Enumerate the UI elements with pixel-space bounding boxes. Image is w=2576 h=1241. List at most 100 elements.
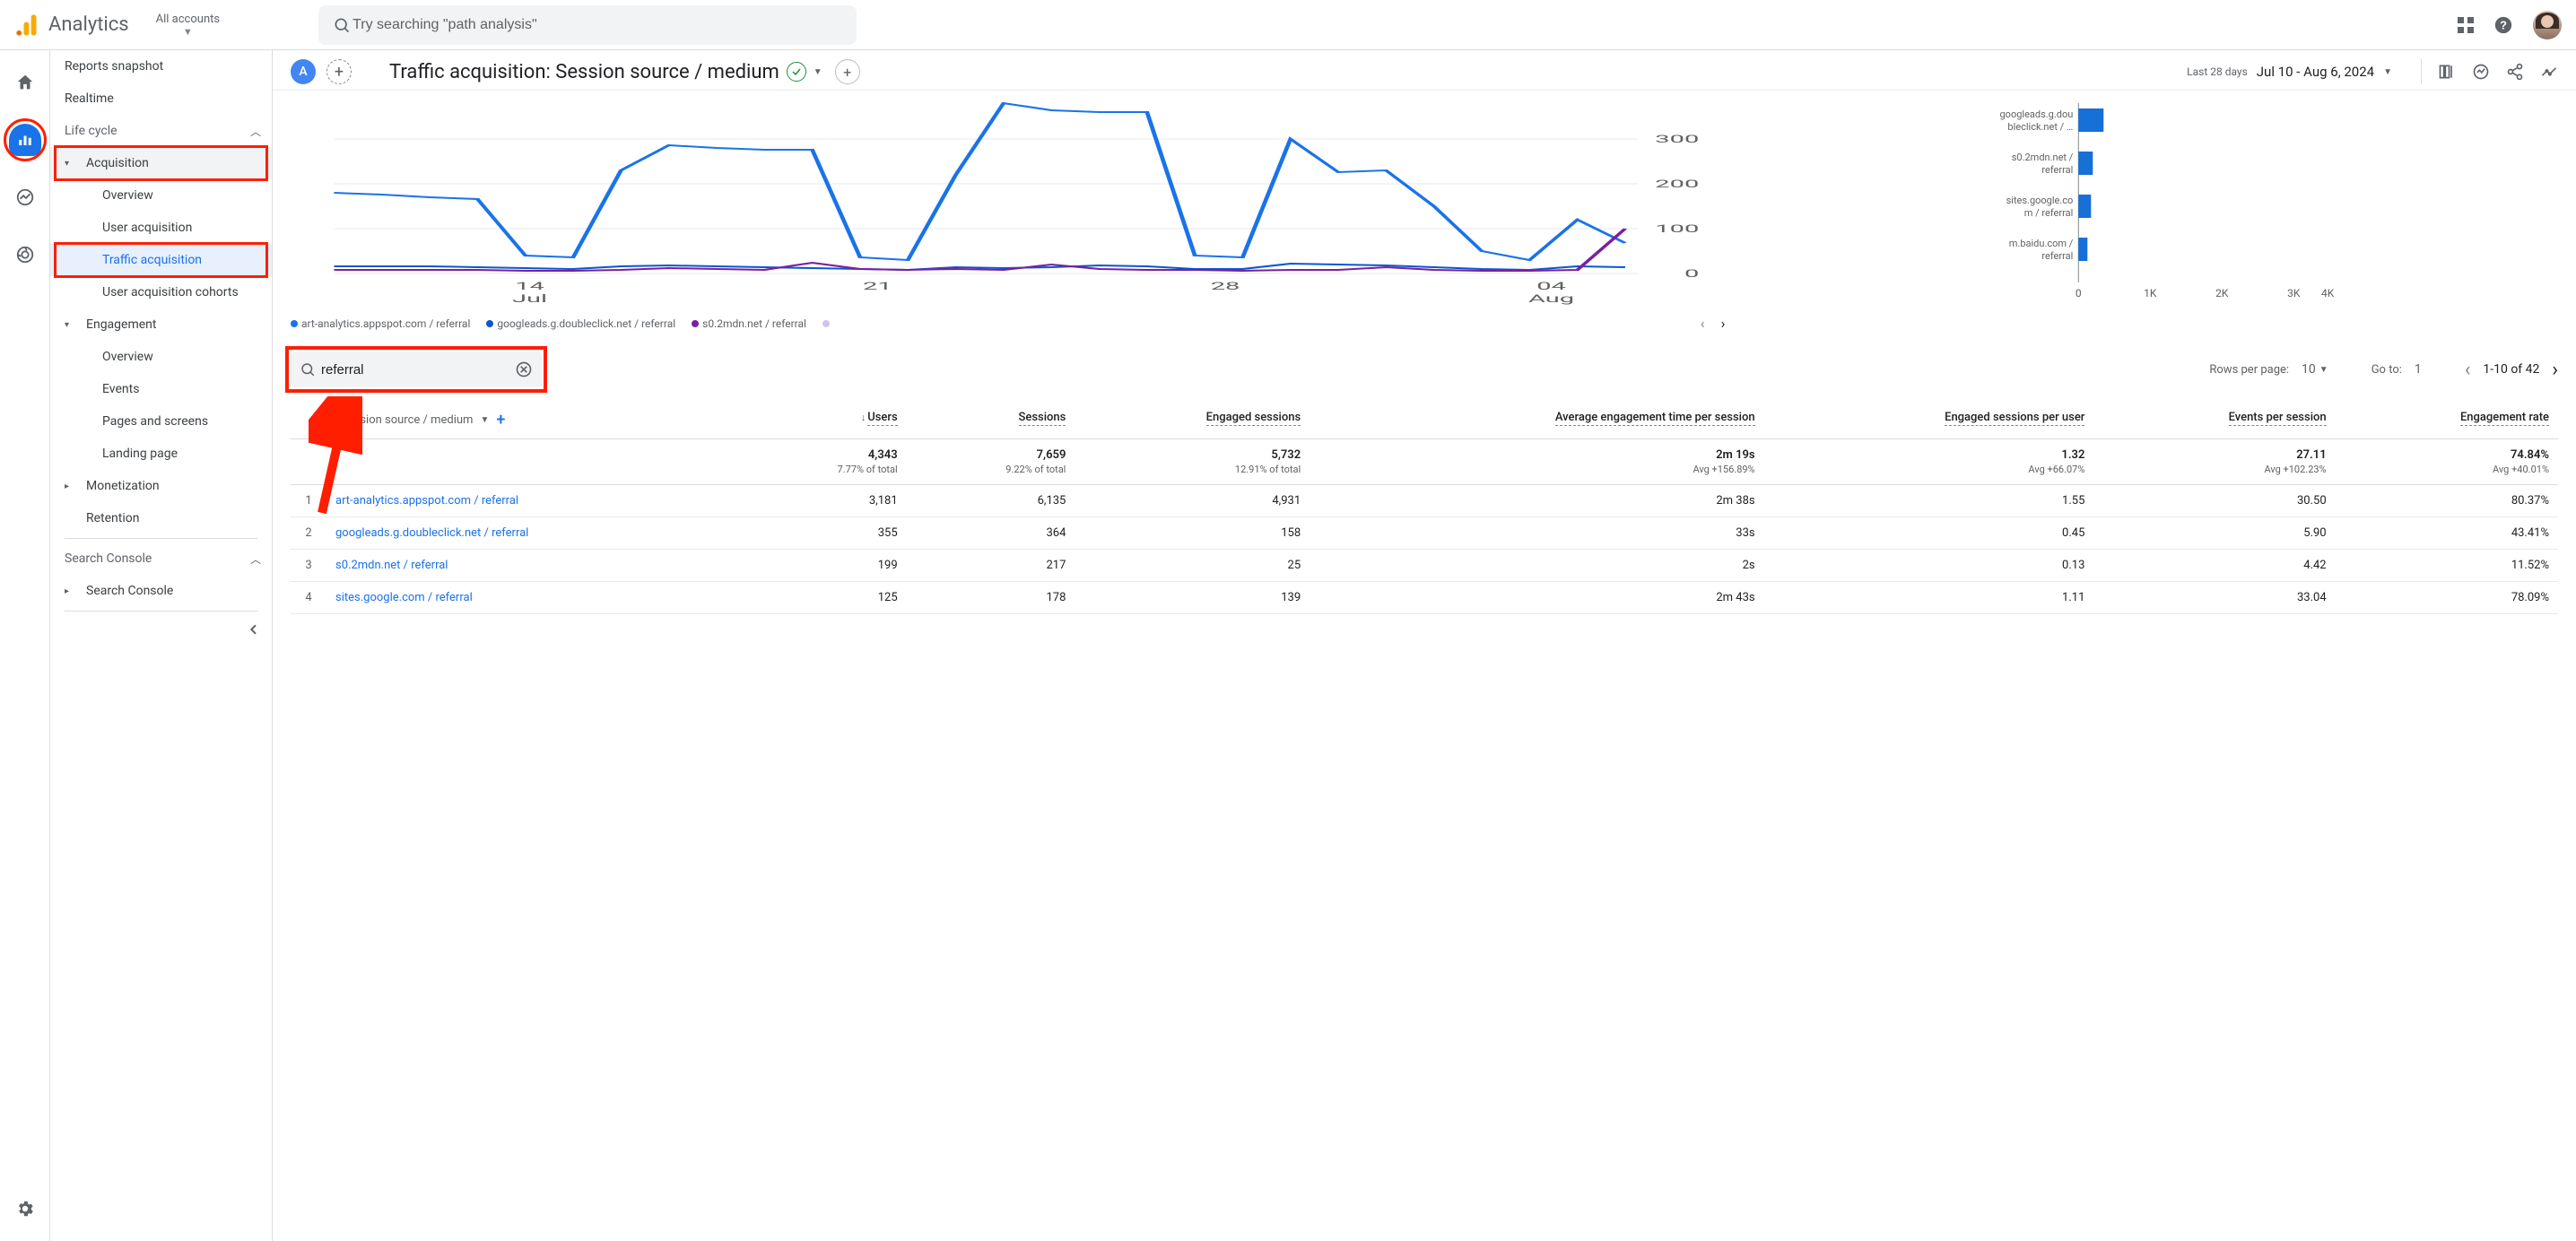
account-switcher[interactable]: All accounts ▼	[147, 13, 229, 38]
svg-text:m.baidu.com /: m.baidu.com /	[2009, 238, 2074, 249]
nav-acq-cohorts[interactable]: User acquisition cohorts	[50, 276, 272, 308]
nav-eng-events[interactable]: Events	[50, 373, 272, 405]
report-toolbar	[2421, 59, 2558, 84]
nav-acq-overview[interactable]: Overview	[50, 179, 272, 212]
apps-icon[interactable]	[2458, 17, 2474, 33]
table-row[interactable]: 1 art-analytics.appspot.com / referral 3…	[291, 485, 2558, 517]
table-pager: Rows per page: 10 ▼ Go to: 1 ‹ 1-10 of 4…	[2209, 359, 2558, 381]
legend-next[interactable]: ›	[1721, 315, 1726, 332]
rail-reports[interactable]	[7, 122, 43, 158]
table-row[interactable]: 4 sites.google.com / referral 1251781392…	[291, 582, 2558, 614]
legend-prev[interactable]: ‹	[1701, 315, 1705, 332]
next-page-button[interactable]: ›	[2552, 359, 2558, 381]
col-sessions[interactable]: Sessions	[907, 402, 1075, 439]
nav-acq-user[interactable]: User acquisition	[50, 212, 272, 244]
top-header-actions: ?	[2458, 11, 2562, 39]
col-engaged-sessions[interactable]: Engaged sessions	[1075, 402, 1310, 439]
page-range-text: 1-10 of 42	[2483, 362, 2539, 377]
rows-per-page-select[interactable]: 10 ▼	[2302, 362, 2328, 377]
clear-search-icon[interactable]	[515, 360, 533, 378]
rail-explore[interactable]	[7, 179, 43, 215]
rail-home[interactable]	[7, 65, 43, 100]
col-eng-per-user[interactable]: Engaged sessions per user	[1764, 402, 2094, 439]
chevron-down-icon[interactable]: ▼	[814, 67, 822, 77]
chevron-down-icon: ▼	[2319, 365, 2328, 375]
svg-text:Jul: Jul	[512, 292, 547, 305]
chevron-down-icon: ▾	[65, 320, 79, 330]
dimension-header[interactable]: Session source / medium ▼ +	[291, 402, 738, 439]
page-title: Traffic acquisition: Session source / me…	[389, 61, 779, 83]
nav-reports-snapshot[interactable]: Reports snapshot	[50, 50, 272, 82]
svg-text:100: 100	[1655, 222, 1699, 235]
customize-columns-icon[interactable]	[2438, 63, 2456, 81]
page-title-area: Traffic acquisition: Session source / me…	[389, 59, 860, 84]
nav-monetization[interactable]: ▸ Monetization	[50, 470, 272, 502]
nav-search-console[interactable]: ▸ Search Console	[50, 575, 272, 607]
add-segment-button[interactable]: +	[326, 59, 352, 84]
date-range-picker[interactable]: Last 28 days Jul 10 - Aug 6, 2024 ▼	[2187, 64, 2392, 80]
svg-text:Aug: Aug	[1528, 292, 1574, 305]
data-table: Session source / medium ▼ + ↓Users Sessi…	[291, 402, 2558, 614]
legend-item-more[interactable]	[822, 317, 833, 330]
svg-text:14: 14	[515, 280, 544, 292]
col-events-per-session[interactable]: Events per session	[2093, 402, 2335, 439]
top-search[interactable]	[318, 5, 857, 45]
verified-icon[interactable]	[787, 62, 806, 82]
trend-icon[interactable]	[2540, 63, 2558, 81]
legend-item[interactable]: art-analytics.appspot.com / referral	[291, 317, 470, 330]
table-row[interactable]: 2 googleads.g.doubleclick.net / referral…	[291, 517, 2558, 550]
svg-text:s0.2mdn.net /: s0.2mdn.net /	[2012, 152, 2074, 163]
top-header: Analytics All accounts ▼ ?	[0, 0, 2576, 50]
user-avatar[interactable]	[2533, 11, 2562, 39]
nav-eng-overview[interactable]: Overview	[50, 341, 272, 373]
add-dimension-button[interactable]: +	[496, 411, 505, 430]
svg-text:googleads.g.dou: googleads.g.dou	[2000, 108, 2074, 120]
nav-engagement[interactable]: ▾ Engagement	[50, 308, 272, 341]
legend-item[interactable]: googleads.g.doubleclick.net / referral	[486, 317, 675, 330]
svg-text:?: ?	[2500, 18, 2507, 31]
table-search-input[interactable]	[316, 362, 515, 378]
svg-text:sites.google.co: sites.google.co	[2006, 195, 2074, 206]
rail-advertising[interactable]	[7, 237, 43, 273]
product-name: Analytics	[48, 13, 129, 36]
svg-text:referral: referral	[2042, 164, 2074, 176]
rail-admin[interactable]	[7, 1191, 43, 1227]
col-engagement-rate[interactable]: Engagement rate	[2336, 402, 2558, 439]
insights-icon[interactable]	[2472, 63, 2490, 81]
prev-page-button[interactable]: ‹	[2465, 359, 2471, 381]
col-avg-engagement[interactable]: Average engagement time per session	[1310, 402, 1763, 439]
svg-text:1K: 1K	[2145, 287, 2158, 299]
account-label: All accounts	[156, 13, 220, 26]
svg-text:referral: referral	[2042, 250, 2074, 262]
nav-life-cycle[interactable]: Life cycle ︿	[50, 115, 272, 147]
help-icon[interactable]: ?	[2493, 15, 2513, 35]
nav-search-console-group[interactable]: Search Console ︿	[50, 542, 272, 575]
nav-retention[interactable]: Retention	[50, 502, 272, 534]
line-chart: 0 100 200 300 14 Jul 21 28 04 Aug	[291, 94, 1725, 332]
search-icon	[300, 361, 316, 378]
col-users[interactable]: ↓Users	[738, 402, 907, 439]
svg-text:28: 28	[1211, 280, 1240, 292]
totals-row: 4,3437.77% of total 7,6599.22% of total …	[291, 439, 2558, 485]
chevron-up-icon: ︿	[250, 551, 261, 567]
table-row[interactable]: 3 s0.2mdn.net / referral 199217252s0.134…	[291, 550, 2558, 582]
nav-acquisition[interactable]: ▾ Acquisition	[50, 147, 272, 179]
table-search[interactable]	[291, 351, 542, 387]
chevron-down-icon: ▼	[183, 26, 193, 38]
collapse-nav[interactable]	[50, 615, 272, 644]
svg-text:2K: 2K	[2216, 287, 2230, 299]
nav-acq-traffic[interactable]: Traffic acquisition	[50, 244, 272, 276]
nav-eng-landing[interactable]: Landing page	[50, 438, 272, 470]
ga-logo[interactable]: Analytics	[14, 13, 129, 38]
ga-logo-icon	[14, 13, 39, 38]
nav-realtime[interactable]: Realtime	[50, 82, 272, 115]
svg-text:3K: 3K	[2288, 287, 2302, 299]
add-comparison-button[interactable]: +	[835, 59, 860, 84]
legend-item[interactable]: s0.2mdn.net / referral	[692, 317, 806, 330]
svg-text:m / referral: m / referral	[2024, 207, 2074, 219]
share-icon[interactable]	[2506, 63, 2524, 81]
top-search-input[interactable]	[351, 16, 842, 34]
nav-eng-pages[interactable]: Pages and screens	[50, 405, 272, 438]
segment-chip[interactable]: A	[291, 59, 316, 84]
goto-input[interactable]: 1	[2415, 362, 2422, 377]
